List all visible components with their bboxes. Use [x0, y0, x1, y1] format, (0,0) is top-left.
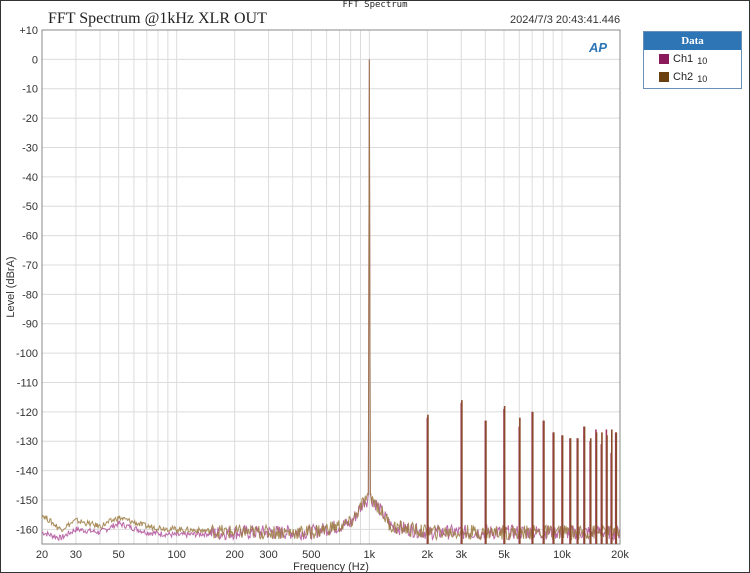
y-tick-label: -140 [16, 466, 38, 478]
x-tick-label: 200 [225, 549, 243, 561]
y-tick-label: -160 [16, 524, 38, 536]
ap-logo: AP [588, 40, 607, 55]
y-tick-label: -100 [16, 348, 38, 360]
y-tick-label: -130 [16, 436, 38, 448]
y-axis-label: Level (dBrA) [5, 256, 17, 317]
x-tick-label: 50 [113, 549, 125, 561]
legend-item-ch2[interactable]: Ch2 10 [644, 68, 741, 86]
legend: Data Ch1 10 Ch2 10 [643, 31, 742, 89]
chart: +10 0 -10 -20 -30 -40 -50 -60 -70 -80 -90 -100 -110 -… [5, 25, 629, 573]
legend-count: 10 [697, 73, 708, 84]
legend-label: Ch1 [673, 53, 694, 65]
x-axis-label: Frequency (Hz) [293, 561, 369, 573]
ch1-swatch [659, 54, 669, 64]
x-tick-label: 20k [611, 549, 629, 561]
x-tick-label: 5k [498, 549, 510, 561]
y-tick-label: -20 [22, 113, 38, 125]
legend-count: 10 [697, 55, 708, 66]
x-tick-label: 300 [259, 549, 277, 561]
y-tick-label: -80 [22, 289, 38, 301]
x-tick-label: 100 [167, 549, 185, 561]
y-tick-label: -40 [22, 172, 38, 184]
y-tick-label: -70 [22, 260, 38, 272]
y-tick-label: -30 [22, 142, 38, 154]
y-tick-label: -10 [22, 84, 38, 96]
x-tick-label: 30 [70, 549, 82, 561]
x-tick-label: 1k [364, 549, 376, 561]
x-tick-label: 10k [553, 549, 571, 561]
y-tick-label: -120 [16, 407, 38, 419]
x-tick-label: 2k [422, 549, 434, 561]
y-tick-label: -110 [17, 377, 38, 389]
ch2-swatch [659, 72, 669, 82]
x-tick-label: 3k [455, 549, 467, 561]
y-tick-label: -50 [22, 201, 38, 213]
y-tick-label: 0 [32, 54, 38, 66]
y-tick-label: -90 [22, 319, 38, 331]
y-tick-label: -60 [22, 231, 38, 243]
legend-label: Ch2 [673, 71, 694, 83]
x-tick-label: 20 [36, 549, 48, 561]
y-tick-label: +10 [19, 25, 38, 37]
legend-item-ch1[interactable]: Ch1 10 [644, 50, 741, 68]
x-tick-label: 500 [302, 549, 320, 561]
legend-title: Data [644, 32, 741, 50]
y-tick-label: -150 [16, 495, 38, 507]
